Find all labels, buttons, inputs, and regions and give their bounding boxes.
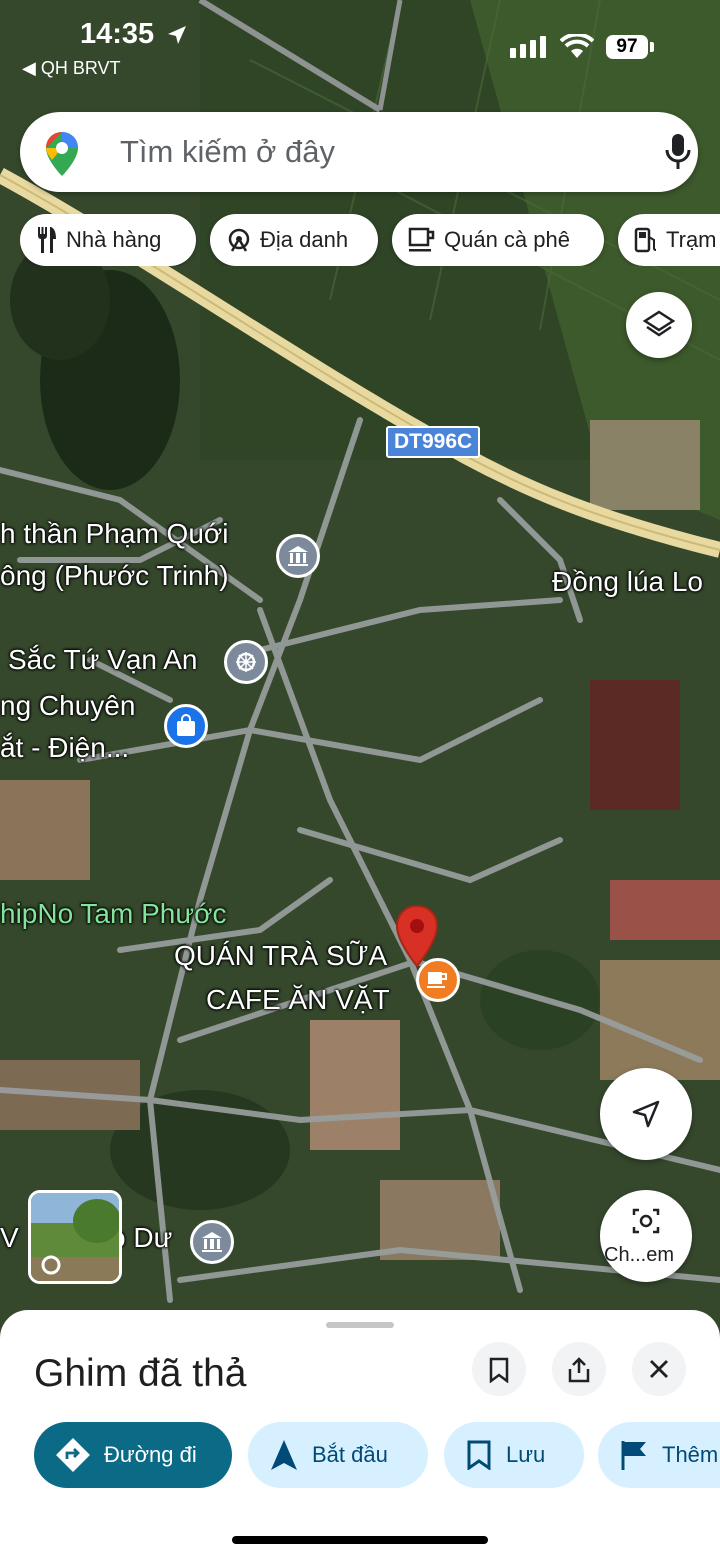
directions-icon — [56, 1438, 90, 1472]
battery-level: 97 — [606, 35, 648, 59]
chip-landmarks[interactable]: Địa danh — [210, 214, 378, 266]
battery-nub — [650, 42, 654, 52]
chip-coffee[interactable]: Quán cà phê — [392, 214, 604, 266]
flag-icon — [621, 1441, 646, 1470]
place-label-shop-line2[interactable]: ắt - Điện... — [0, 732, 129, 764]
place-label-shop[interactable]: ng Chuyên — [0, 690, 135, 722]
search-input[interactable]: Tìm kiếm ở đây — [120, 134, 335, 170]
google-maps-logo-icon — [46, 132, 78, 176]
place-bottom-sheet[interactable]: Ghim đã thả Đường đi Bắt đầu Lưu Thêm — [0, 1310, 720, 1560]
restaurant-icon — [38, 227, 56, 253]
street-view-image — [31, 1193, 119, 1281]
wifi-icon — [560, 34, 594, 58]
more-label: Thêm — [662, 1442, 719, 1467]
place-label-pagoda[interactable]: Sắc Tứ Vạn An — [8, 644, 197, 676]
save-label: Lưu — [506, 1442, 546, 1467]
layers-button[interactable] — [626, 292, 692, 358]
place-label-shipno[interactable]: hipNo Tam Phước — [0, 898, 226, 930]
dropped-pin-icon[interactable] — [394, 904, 440, 968]
status-bar: 14:35 ◀ QH BRVT 97 — [0, 0, 720, 90]
drag-handle[interactable] — [326, 1322, 394, 1328]
place-label-temple[interactable]: h thần Phạm Quới — [0, 518, 228, 550]
action-buttons-row: Đường đi Bắt đầu Lưu Thêm — [0, 1422, 720, 1490]
camera-search-button[interactable]: Ch...em — [600, 1190, 692, 1282]
museum-poi-icon[interactable] — [276, 534, 320, 578]
chip-label: Quán cà phê — [444, 227, 570, 252]
microphone-icon[interactable] — [664, 134, 692, 170]
more-button[interactable]: Thêm — [598, 1422, 720, 1488]
bookmark-icon — [467, 1440, 491, 1470]
search-bar[interactable]: Tìm kiếm ở đây — [20, 112, 698, 192]
government-poi-icon[interactable] — [190, 1220, 234, 1264]
coffee-icon — [408, 227, 435, 252]
place-label-rice-field[interactable]: Đồng lúa Lo — [552, 566, 703, 598]
chip-restaurants[interactable]: Nhà hàng — [20, 214, 196, 266]
navigation-start-icon — [271, 1440, 297, 1470]
home-indicator[interactable] — [232, 1536, 488, 1544]
back-to-app-link[interactable]: ◀ QH BRVT — [22, 58, 121, 79]
bookmark-icon — [489, 1357, 509, 1383]
chip-label: Địa danh — [260, 227, 349, 252]
close-icon — [650, 1360, 668, 1378]
navigation-arrow-icon — [632, 1100, 660, 1128]
shopping-bag-poi-icon[interactable] — [164, 704, 208, 748]
share-button[interactable] — [552, 1342, 606, 1396]
save-icon-button[interactable] — [472, 1342, 526, 1396]
camera-icon — [632, 1208, 660, 1234]
place-label-cafe[interactable]: QUÁN TRÀ SỮA — [174, 940, 387, 972]
cellular-signal-icon — [510, 36, 546, 58]
layers-icon — [642, 310, 676, 337]
save-button[interactable]: Lưu — [444, 1422, 584, 1488]
pagoda-poi-icon[interactable] — [224, 640, 268, 684]
chip-gas-station[interactable]: Trạm — [618, 214, 720, 266]
close-button[interactable] — [632, 1342, 686, 1396]
gas-station-icon — [634, 227, 657, 253]
street-view-thumbnail[interactable] — [28, 1190, 122, 1284]
chip-label: Trạm — [666, 227, 717, 252]
share-icon — [568, 1357, 590, 1383]
start-button[interactable]: Bắt đầu — [248, 1422, 428, 1488]
location-arrow-icon — [168, 26, 186, 44]
directions-label: Đường đi — [104, 1442, 197, 1467]
place-label-temple-line2[interactable]: ông (Phước Trinh) — [0, 560, 229, 592]
chip-label: Nhà hàng — [66, 227, 162, 252]
my-location-button[interactable] — [600, 1068, 692, 1160]
camera-button-label: Ch...em — [604, 1244, 675, 1266]
start-label: Bắt đầu — [312, 1442, 388, 1467]
status-time: 14:35 — [80, 18, 155, 50]
place-label-bottom-a[interactable]: V — [0, 1222, 19, 1254]
sheet-title: Ghim đã thả — [34, 1352, 247, 1395]
place-label-cafe-line2[interactable]: CAFE ĂN VẶT — [206, 984, 390, 1016]
road-number-badge: DT996C — [386, 426, 481, 458]
category-chips: Nhà hàng Địa danh Quán cà phê Trạm — [20, 214, 720, 266]
landmark-icon — [228, 228, 250, 252]
directions-button[interactable]: Đường đi — [34, 1422, 232, 1488]
